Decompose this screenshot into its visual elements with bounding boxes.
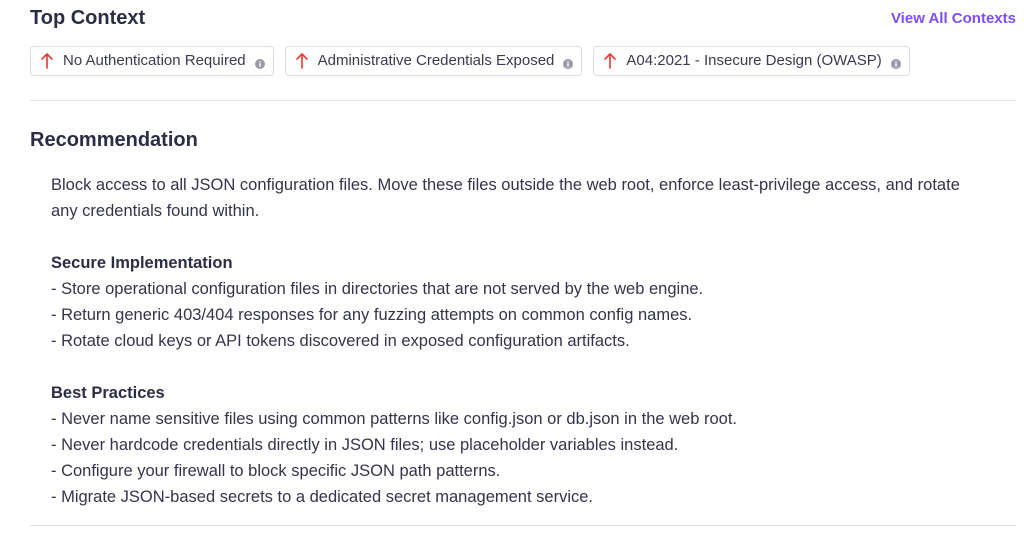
top-context-header: Top Context View All Contexts: [30, 6, 1016, 32]
context-chip[interactable]: Administrative Credentials Exposed: [284, 46, 583, 76]
recommendation-summary: Block access to all JSON configuration f…: [51, 176, 960, 220]
info-icon[interactable]: [563, 56, 574, 69]
context-chip-list: No Authentication Required Administrativ…: [30, 46, 910, 78]
secure-implementation-list: - Store operational configuration files …: [51, 276, 971, 354]
page: Top Context View All Contexts No Authent…: [30, 0, 1016, 538]
recommendation-title: Recommendation: [30, 129, 198, 151]
arrow-up-icon: [40, 52, 54, 70]
section-divider: [30, 100, 1016, 101]
list-item: - Configure your firewall to block speci…: [51, 462, 501, 480]
context-chip-label: Administrative Credentials Exposed: [317, 52, 555, 69]
list-item: - Rotate cloud keys or API tokens discov…: [51, 332, 630, 350]
best-practices-list: - Never name sensitive files using commo…: [51, 406, 971, 510]
context-chip[interactable]: No Authentication Required: [30, 46, 274, 76]
info-icon[interactable]: [254, 56, 265, 69]
list-item: - Migrate JSON-based secrets to a dedica…: [51, 488, 593, 506]
context-chip-label: A04:2021 - Insecure Design (OWASP): [626, 52, 882, 69]
context-chip[interactable]: A04:2021 - Insecure Design (OWASP): [593, 46, 910, 76]
context-chip-label: No Authentication Required: [63, 52, 246, 69]
list-item: - Store operational configuration files …: [51, 280, 704, 298]
list-item: - Never name sensitive files using commo…: [51, 410, 737, 428]
arrow-up-icon: [295, 52, 309, 70]
view-all-contexts-link[interactable]: View All Contexts: [891, 9, 1016, 29]
list-item: - Never hardcode credentials directly in…: [51, 436, 679, 454]
best-practices-title: Best Practices: [51, 384, 165, 402]
recommendation-body: Block access to all JSON configuration f…: [51, 172, 971, 510]
list-item: - Return generic 403/404 responses for a…: [51, 306, 693, 324]
section-divider: [30, 525, 1016, 526]
secure-implementation-title: Secure Implementation: [51, 254, 233, 272]
top-context-title: Top Context: [30, 7, 146, 29]
arrow-up-icon: [603, 52, 617, 70]
info-icon[interactable]: [890, 56, 901, 69]
